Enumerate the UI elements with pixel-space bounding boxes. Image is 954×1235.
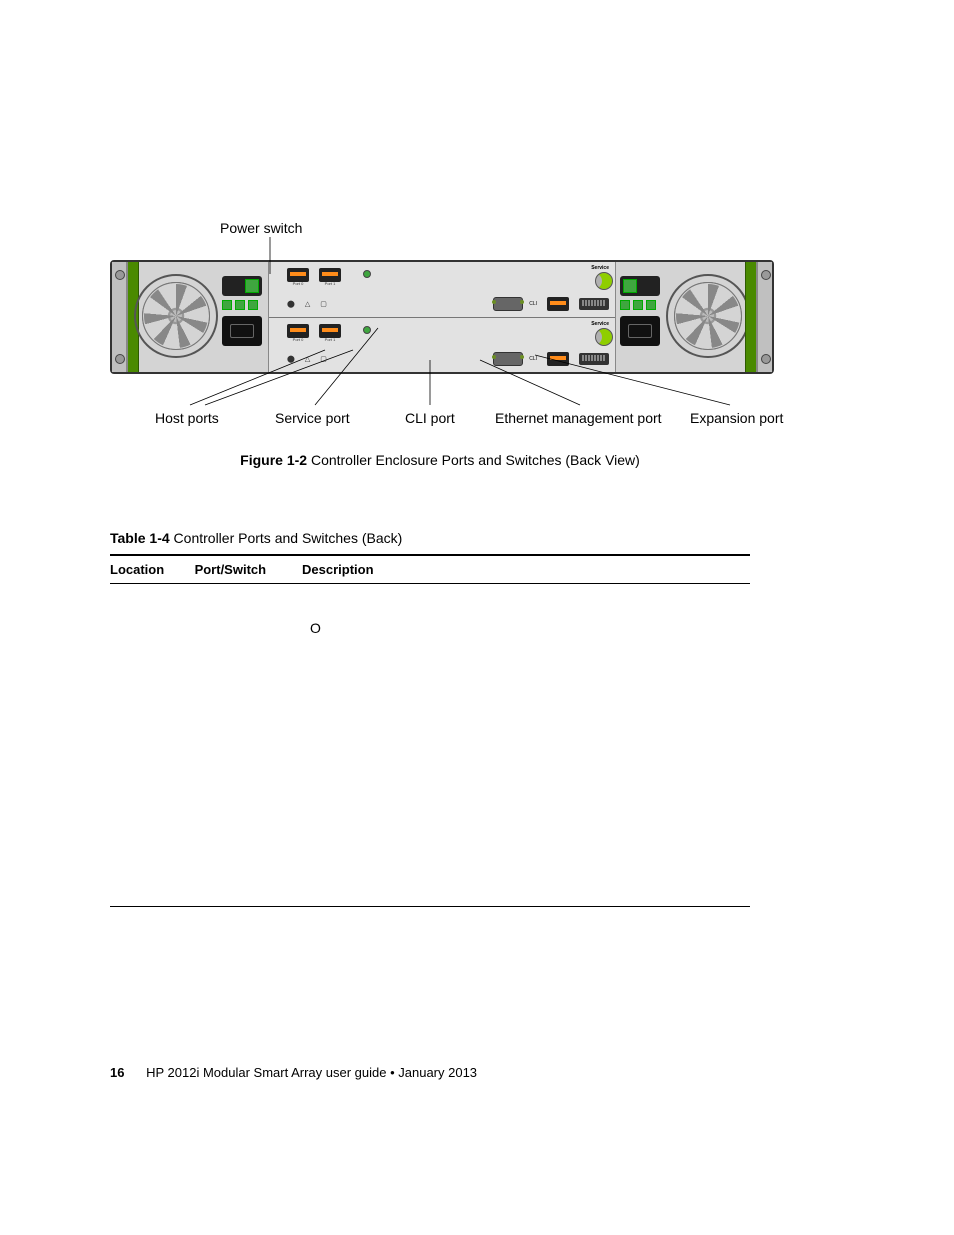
power-inlet-icon <box>222 316 262 346</box>
callout-service-port: Service port <box>275 410 350 426</box>
label-cli: CLI <box>529 301 537 307</box>
ethernet-port-icon <box>287 268 309 282</box>
rack-ear-right <box>757 262 772 372</box>
controller-b: Service Port 0 Port 1 ⬤△▢ CLI <box>269 318 615 373</box>
ethernet-port-icon <box>319 324 341 338</box>
callout-ethernet-mgmt: Ethernet management port <box>495 410 662 426</box>
th-location: Location <box>110 555 195 584</box>
stray-char: O <box>310 620 321 636</box>
th-description: Description <box>302 555 750 584</box>
label-cli: CLI <box>529 356 537 362</box>
power-switch-left <box>222 276 262 296</box>
host-ports: Port 0 Port 1 <box>287 324 341 342</box>
th-port-switch: Port/Switch <box>195 555 302 584</box>
psu-right <box>615 262 757 372</box>
callout-expansion-port: Expansion port <box>690 410 783 426</box>
label-service: Service <box>591 321 609 327</box>
page-number: 16 <box>110 1065 124 1080</box>
callout-cli-port: CLI port <box>405 410 455 426</box>
label-service: Service <box>591 265 609 271</box>
page-footer: 16 HP 2012i Modular Smart Array user gui… <box>110 1065 477 1080</box>
service-port-icon <box>363 270 371 278</box>
power-inlet-icon <box>620 316 660 346</box>
label-power-switch: Power switch <box>220 220 302 236</box>
mgmt-ethernet-icon <box>547 352 569 366</box>
ethernet-port-icon <box>287 324 309 338</box>
psu-left <box>127 262 269 372</box>
mgmt-ethernet-icon <box>547 297 569 311</box>
fan-icon <box>134 274 218 358</box>
callout-host-ports: Host ports <box>155 410 219 426</box>
host-ports: Port 0 Port 1 <box>287 268 341 286</box>
enclosure-chassis: Service Port 0 Port 1 ⬤△▢ CLI <box>110 260 774 374</box>
table-caption: Table 1-4 Controller Ports and Switches … <box>110 530 840 546</box>
table-1-4: Location Port/Switch Description <box>110 554 750 907</box>
figure-1-2: Power switch Service Port 0 <box>110 220 840 460</box>
release-handle-icon <box>595 328 613 346</box>
figure-caption: Figure 1-2 Controller Enclosure Ports an… <box>110 452 770 468</box>
serial-port-icon <box>493 297 523 311</box>
rack-ear-left <box>112 262 127 372</box>
serial-port-icon <box>493 352 523 366</box>
service-port-icon <box>363 326 371 334</box>
controller-a: Service Port 0 Port 1 ⬤△▢ CLI <box>269 262 615 318</box>
fan-icon <box>666 274 750 358</box>
sas-port-icon <box>579 353 609 365</box>
ethernet-port-icon <box>319 268 341 282</box>
footer-text: HP 2012i Modular Smart Array user guide … <box>146 1065 477 1080</box>
sas-port-icon <box>579 298 609 310</box>
release-handle-icon <box>595 272 613 290</box>
power-switch-right <box>620 276 660 296</box>
